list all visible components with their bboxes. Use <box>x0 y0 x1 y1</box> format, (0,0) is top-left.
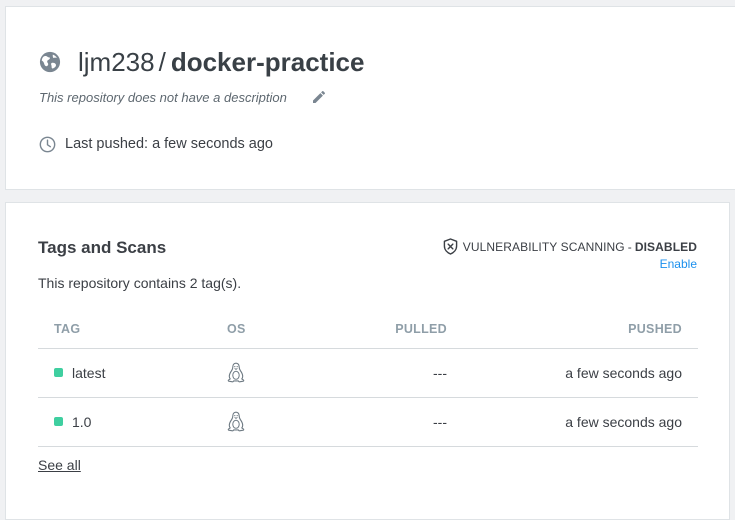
tags-card: Tags and Scans VULNERABILITY SCANNING - … <box>5 202 730 520</box>
column-header-tag: TAG <box>38 310 196 349</box>
tags-count-text: This repository contains 2 tag(s). <box>38 275 242 291</box>
repository-title: ljm238 / docker-practice <box>39 43 364 81</box>
table-row: latest --- a few seconds ago <box>38 348 698 398</box>
tag-name[interactable]: 1.0 <box>72 414 91 430</box>
tags-table: TAG OS PULLED PUSHED latest --- a few se… <box>38 310 698 447</box>
last-pushed-row: Last pushed: a few seconds ago <box>39 134 273 154</box>
table-row: 1.0 --- a few seconds ago <box>38 397 698 447</box>
repository-description: This repository does not have a descript… <box>39 89 287 105</box>
tag-status-dot <box>54 368 63 377</box>
repository-name: docker-practice <box>170 46 365 77</box>
tags-section-title: Tags and Scans <box>38 238 167 257</box>
repository-header-card: ljm238 / docker-practice This repository… <box>5 6 735 190</box>
linux-icon <box>227 362 245 383</box>
globe-icon <box>39 51 61 73</box>
pulled-value: --- <box>316 397 448 447</box>
column-header-os: OS <box>196 310 316 349</box>
scanning-label: VULNERABILITY SCANNING <box>462 239 625 254</box>
vulnerability-scanning-status: VULNERABILITY SCANNING - DISABLED <box>443 238 697 255</box>
pencil-icon[interactable] <box>311 89 327 105</box>
table-header-row: TAG OS PULLED PUSHED <box>38 310 698 349</box>
shield-x-icon <box>443 238 458 255</box>
scanning-separator: - <box>627 239 632 254</box>
tag-status-dot <box>54 417 63 426</box>
repository-namespace[interactable]: ljm238 <box>78 47 155 78</box>
enable-scanning-link[interactable]: Enable <box>660 257 697 271</box>
path-separator: / <box>158 46 166 77</box>
pushed-value: a few seconds ago <box>448 348 698 398</box>
pulled-value: --- <box>316 348 448 398</box>
see-all-link[interactable]: See all <box>38 457 81 473</box>
scanning-state: DISABLED <box>634 239 697 254</box>
last-pushed-text: Last pushed: a few seconds ago <box>65 136 273 152</box>
column-header-pulled: PULLED <box>316 310 448 349</box>
linux-icon <box>227 411 245 432</box>
clock-icon <box>39 136 56 152</box>
description-row: This repository does not have a descript… <box>39 87 327 107</box>
column-header-pushed: PUSHED <box>448 310 698 349</box>
pushed-value: a few seconds ago <box>448 397 698 447</box>
tag-name[interactable]: latest <box>72 365 105 381</box>
